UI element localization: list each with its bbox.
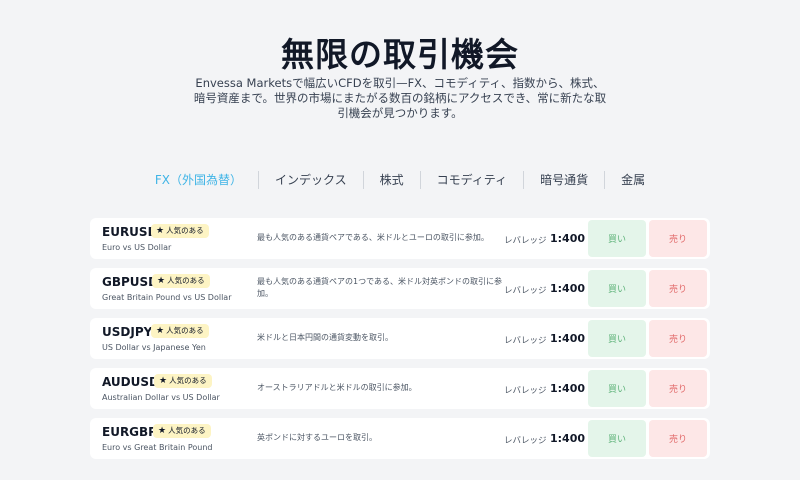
badge-label: 人気のある	[169, 376, 207, 385]
category-tabs: FX（外国為替） インデックス 株式 コモディティ 暗号通貨 金属	[0, 170, 800, 190]
instrument-description: 英ポンドに対するユーロを取引。	[257, 433, 377, 442]
instrument-symbol: EURUSD	[102, 225, 158, 239]
tab-metals[interactable]: 金属	[605, 170, 661, 190]
instrument-description: オーストラリアドルと米ドルの取引に参加。	[257, 383, 417, 392]
badge-label: 人気のある	[168, 426, 206, 435]
leverage-value: 1:400	[550, 232, 586, 245]
popular-badge: ★ 人気のある	[152, 274, 210, 288]
instrument-pair: Great Britain Pound vs US Dollar	[102, 293, 232, 302]
tab-crypto[interactable]: 暗号通貨	[524, 170, 604, 190]
popular-badge: ★ 人気のある	[153, 424, 211, 438]
badge-label: 人気のある	[166, 226, 204, 235]
buy-button[interactable]: 買い	[588, 320, 646, 357]
instrument-description: 最も人気のある通貨ペアの1つである、米ドル対英ポンドの取引に参加。	[257, 277, 503, 298]
popular-badge: ★ 人気のある	[154, 374, 212, 388]
sell-button[interactable]: 売り	[649, 420, 707, 457]
leverage-label: レバレッジ	[504, 286, 547, 296]
instrument-pair: Australian Dollar vs US Dollar	[102, 393, 220, 402]
tab-stocks[interactable]: 株式	[364, 170, 420, 190]
leverage-label: レバレッジ	[504, 236, 547, 246]
star-icon: ★	[157, 276, 166, 286]
leverage-label: レバレッジ	[504, 336, 547, 346]
leverage-value: 1:400	[550, 432, 586, 445]
page-title: 無限の取引機会	[281, 35, 519, 74]
instrument-pair: Euro vs Great Britain Pound	[102, 443, 213, 452]
star-icon: ★	[156, 226, 165, 236]
instrument-row: AUDUSD ★ 人気のある Australian Dollar vs US Do…	[90, 368, 710, 409]
sell-button[interactable]: 売り	[649, 270, 707, 307]
buy-button[interactable]: 買い	[588, 420, 646, 457]
sell-button[interactable]: 売り	[649, 220, 707, 257]
star-icon: ★	[156, 326, 165, 336]
badge-label: 人気のある	[166, 326, 204, 335]
leverage-value: 1:400	[550, 332, 586, 345]
tab-fx[interactable]: FX（外国為替）	[139, 170, 258, 190]
buy-button[interactable]: 買い	[588, 370, 646, 407]
instrument-pair: Euro vs US Dollar	[102, 243, 172, 252]
instrument-description: 米ドルと日本円間の通貨変動を取引。	[257, 333, 393, 342]
instrument-symbol: USDJPY	[102, 325, 153, 339]
instrument-symbol: EURGBP	[102, 425, 157, 439]
instrument-row: GBPUSD ★ 人気のある Great Britain Pound vs US …	[90, 268, 710, 309]
instrument-description: 最も人気のある通貨ペアである、米ドルとユーロの取引に参加。	[257, 233, 489, 242]
leverage-value: 1:400	[550, 382, 586, 395]
instrument-row: USDJPY ★ 人気のある US Dollar vs Japanese Yen …	[90, 318, 710, 359]
tab-commodities[interactable]: コモディティ	[421, 170, 523, 190]
page-subtitle: Envessa Marketsで幅広いCFDを取引—FX、コモディティ、指数から…	[193, 76, 607, 120]
popular-badge: ★ 人気のある	[151, 324, 209, 338]
star-icon: ★	[159, 376, 168, 386]
instrument-pair: US Dollar vs Japanese Yen	[102, 343, 206, 352]
star-icon: ★	[158, 426, 167, 436]
leverage-label: レバレッジ	[504, 386, 547, 396]
instrument-list: EURUSD ★ 人気のある Euro vs US Dollar 最も人気のある通…	[90, 218, 710, 468]
leverage-value: 1:400	[550, 282, 586, 295]
sell-button[interactable]: 売り	[649, 320, 707, 357]
instrument-symbol: GBPUSD	[102, 275, 159, 289]
popular-badge: ★ 人気のある	[151, 224, 209, 238]
instrument-row: EURUSD ★ 人気のある Euro vs US Dollar 最も人気のある通…	[90, 218, 710, 259]
leverage-label: レバレッジ	[504, 436, 547, 446]
page: 無限の取引機会 Envessa Marketsで幅広いCFDを取引—FX、コモデ…	[0, 0, 800, 480]
buy-button[interactable]: 買い	[588, 220, 646, 257]
buy-button[interactable]: 買い	[588, 270, 646, 307]
tab-indices[interactable]: インデックス	[259, 170, 363, 190]
sell-button[interactable]: 売り	[649, 370, 707, 407]
instrument-symbol: AUDUSD	[102, 375, 159, 389]
instrument-row: EURGBP ★ 人気のある Euro vs Great Britain Poun…	[90, 418, 710, 459]
badge-label: 人気のある	[167, 276, 205, 285]
